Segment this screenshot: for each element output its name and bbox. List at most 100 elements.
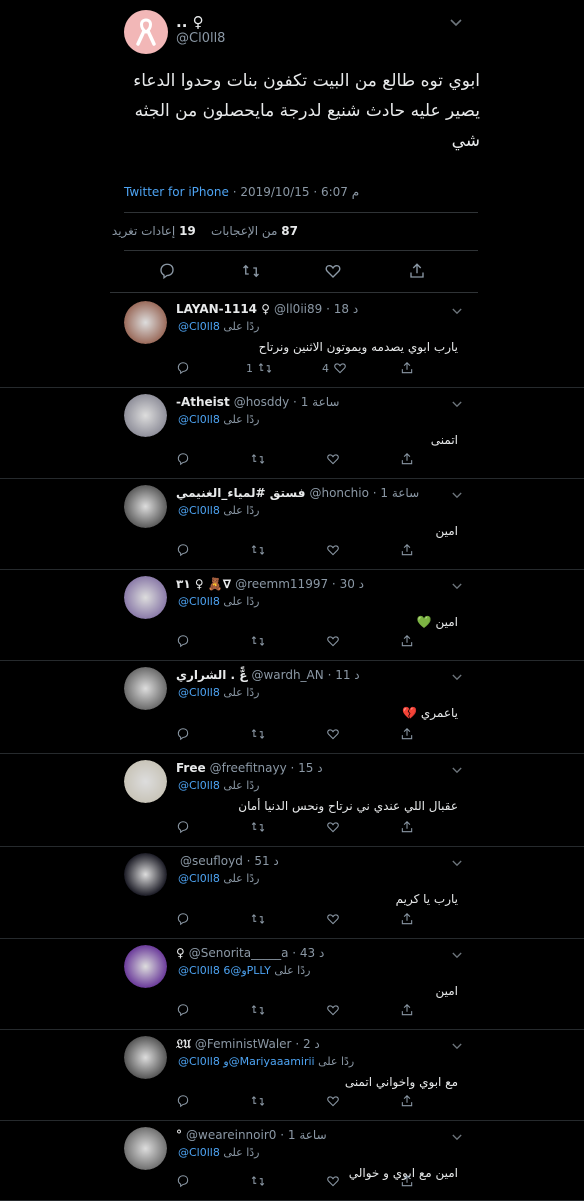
avatar[interactable] bbox=[124, 1036, 167, 1079]
reply-to-handles[interactable]: @Cl0ll8 bbox=[178, 1146, 220, 1159]
reply-tweet[interactable]: 𝔏𝔘 @FeministWaler · 2 د @Cl0ll8 و@Mariyaaa… bbox=[0, 1029, 584, 1121]
share-icon[interactable] bbox=[408, 262, 426, 280]
share-icon[interactable] bbox=[400, 912, 414, 926]
reply-tweet[interactable]: فستق #لمياء_الغنيمي @honchio · 1 ساعة @Cl0… bbox=[0, 478, 584, 570]
reply-to-handles[interactable]: @Cl0ll8 bbox=[178, 872, 220, 885]
reply-to-handles[interactable]: @Cl0ll8 bbox=[178, 595, 220, 608]
chevron-down-icon[interactable] bbox=[452, 670, 462, 684]
share-icon[interactable] bbox=[400, 820, 414, 834]
reply-icon[interactable] bbox=[176, 1003, 190, 1017]
share-icon[interactable] bbox=[400, 1094, 414, 1108]
like-button[interactable]: 4 bbox=[322, 361, 347, 375]
reply-to-handles[interactable]: @Cl0ll8 bbox=[178, 686, 220, 699]
tweet-source[interactable]: Twitter for iPhone bbox=[124, 185, 229, 199]
reply-icon[interactable] bbox=[176, 543, 190, 557]
avatar[interactable] bbox=[124, 853, 167, 896]
retweet-button[interactable] bbox=[246, 820, 266, 834]
likes-stat[interactable]: 87 من الإعجابات bbox=[211, 224, 298, 238]
retweet-button[interactable] bbox=[246, 543, 266, 557]
reply-icon[interactable] bbox=[176, 820, 190, 834]
chevron-down-icon[interactable] bbox=[452, 397, 462, 411]
chevron-down-icon[interactable] bbox=[452, 856, 462, 870]
share-icon[interactable] bbox=[400, 634, 414, 648]
avatar[interactable] bbox=[124, 760, 167, 803]
avatar[interactable] bbox=[124, 394, 167, 437]
reply-author-handle[interactable]: @wardh_AN bbox=[251, 668, 323, 682]
avatar[interactable] bbox=[124, 576, 167, 619]
reply-author-name[interactable]: -Atheist bbox=[176, 395, 230, 409]
retweets-stat[interactable]: 19 إعادات تغريد bbox=[112, 224, 196, 238]
retweet-button[interactable] bbox=[246, 1094, 266, 1108]
like-button[interactable] bbox=[322, 1174, 340, 1188]
chevron-down-icon[interactable] bbox=[452, 1130, 462, 1144]
retweet-icon[interactable] bbox=[241, 262, 261, 280]
retweet-button[interactable] bbox=[246, 912, 266, 926]
chevron-down-icon[interactable] bbox=[452, 948, 462, 962]
share-icon[interactable] bbox=[400, 361, 414, 375]
reply-icon[interactable] bbox=[176, 912, 190, 926]
reply-author-name[interactable]: LAYAN-1114 ♀ bbox=[176, 302, 270, 316]
chevron-down-icon[interactable] bbox=[452, 763, 462, 777]
author-handle[interactable]: @Cl0ll8 bbox=[176, 31, 225, 46]
reply-to-handles[interactable]: @Cl0ll8 bbox=[178, 779, 220, 792]
reply-author-name[interactable]: Free bbox=[176, 761, 206, 775]
retweet-button[interactable] bbox=[246, 634, 266, 648]
share-icon[interactable] bbox=[400, 452, 414, 466]
reply-author-handle[interactable]: @seufloyd bbox=[180, 854, 243, 868]
reply-author-handle[interactable]: @hosddy bbox=[234, 395, 290, 409]
reply-author-name[interactable]: 𝔏𝔘 bbox=[176, 1037, 191, 1051]
chevron-down-icon[interactable] bbox=[452, 304, 462, 318]
share-icon[interactable] bbox=[400, 1174, 414, 1188]
avatar[interactable] bbox=[124, 667, 167, 710]
share-icon[interactable] bbox=[400, 1003, 414, 1017]
reply-author-handle[interactable]: @FeministWaler bbox=[195, 1037, 292, 1051]
reply-to-handles[interactable]: @Cl0ll8 و@Mariyaaamirii bbox=[178, 1055, 315, 1068]
chevron-down-icon[interactable] bbox=[452, 579, 462, 593]
like-button[interactable] bbox=[322, 820, 340, 834]
chevron-down-icon[interactable] bbox=[452, 488, 462, 502]
reply-tweet[interactable]: Free @freefitnayy · 15 د @Cl0ll8 ردًا على ع… bbox=[0, 753, 584, 847]
reply-author-name[interactable]: ° bbox=[176, 1128, 182, 1142]
reply-icon[interactable] bbox=[176, 1094, 190, 1108]
like-button[interactable] bbox=[322, 452, 340, 466]
reply-tweet[interactable]: ° @weareinnoir0 · 1 ساعة @Cl0ll8 ردًا على ا… bbox=[0, 1120, 584, 1201]
avatar[interactable] bbox=[124, 945, 167, 988]
like-button[interactable] bbox=[322, 1003, 340, 1017]
reply-author-handle[interactable]: @freefitnayy bbox=[210, 761, 287, 775]
like-button[interactable] bbox=[322, 1094, 340, 1108]
avatar[interactable] bbox=[124, 1127, 167, 1170]
reply-icon[interactable] bbox=[176, 361, 190, 375]
retweet-button[interactable] bbox=[246, 1174, 266, 1188]
reply-tweet[interactable]: @seufloyd · 51 د @Cl0ll8 ردًا على يارب يا … bbox=[0, 846, 584, 939]
reply-author-handle[interactable]: @reemm11997 bbox=[235, 577, 328, 591]
reply-tweet[interactable]: -Atheist @hosddy · 1 ساعة @Cl0ll8 ردًا على… bbox=[0, 387, 584, 479]
reply-icon[interactable] bbox=[176, 452, 190, 466]
retweet-button[interactable]: 1 bbox=[246, 361, 273, 375]
reply-to-handles[interactable]: @Cl0ll8 و@6PLLY bbox=[178, 964, 271, 977]
like-button[interactable] bbox=[322, 543, 340, 557]
reply-icon[interactable] bbox=[176, 1174, 190, 1188]
reply-icon[interactable] bbox=[158, 262, 176, 280]
reply-to-handles[interactable]: @Cl0ll8 bbox=[178, 320, 220, 333]
chevron-down-icon[interactable] bbox=[450, 16, 462, 30]
like-button[interactable] bbox=[322, 634, 340, 648]
reply-author-name[interactable]: ♀ bbox=[176, 946, 185, 960]
retweet-button[interactable] bbox=[246, 727, 266, 741]
avatar[interactable] bbox=[124, 301, 167, 344]
share-icon[interactable] bbox=[400, 727, 414, 741]
like-button[interactable] bbox=[322, 727, 340, 741]
reply-author-name[interactable]: عًّ . الشراري bbox=[176, 668, 247, 682]
reply-tweet[interactable]: LAYAN-1114 ♀ @ll0ii89 · 18 د @Cl0ll8 ردًا … bbox=[0, 294, 584, 388]
reply-author-handle[interactable]: @weareinnoir0 bbox=[186, 1128, 276, 1142]
reply-icon[interactable] bbox=[176, 727, 190, 741]
avatar[interactable] bbox=[124, 485, 167, 528]
retweet-button[interactable] bbox=[246, 1003, 266, 1017]
share-icon[interactable] bbox=[400, 543, 414, 557]
retweet-button[interactable] bbox=[246, 452, 266, 466]
like-icon[interactable] bbox=[324, 262, 342, 280]
reply-tweet[interactable]: ♀ @Senorita_____a · 43 د @Cl0ll8 و@6PLLY ر… bbox=[0, 938, 584, 1030]
reply-to-handles[interactable]: @Cl0ll8 bbox=[178, 413, 220, 426]
reply-author-name[interactable]: فستق #لمياء_الغنيمي bbox=[176, 486, 305, 500]
reply-author-handle[interactable]: @honchio bbox=[309, 486, 368, 500]
reply-author-name[interactable]: ٣١ ♀ 🧸∇ bbox=[176, 577, 231, 591]
